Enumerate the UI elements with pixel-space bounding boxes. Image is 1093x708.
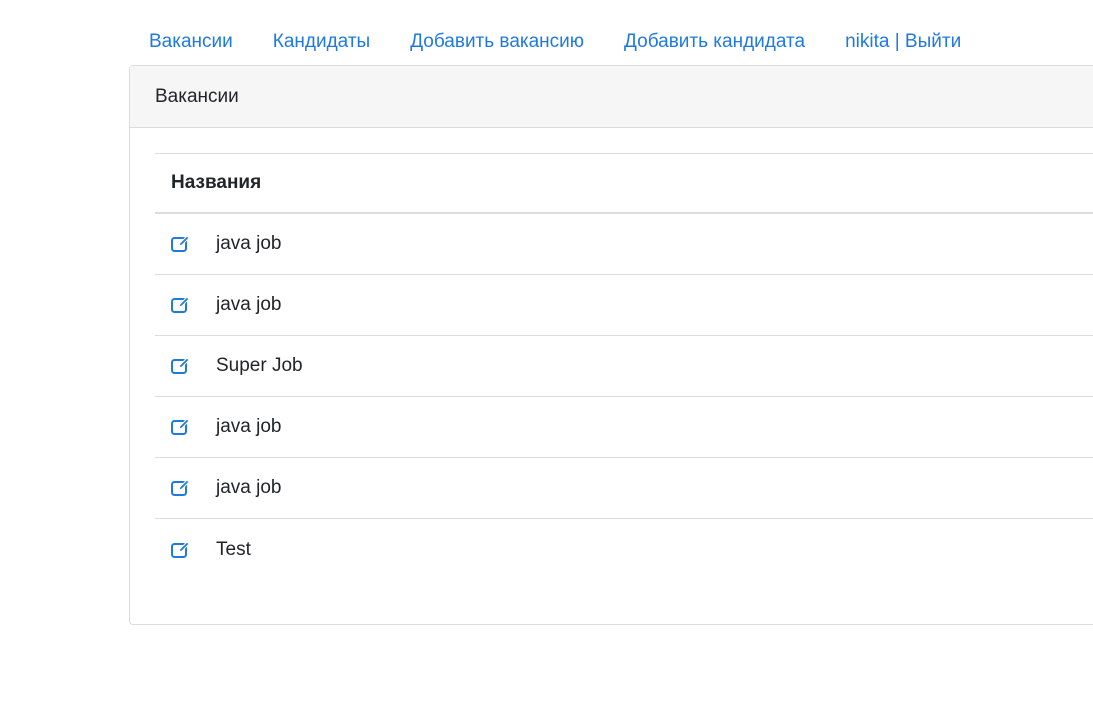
table-row: java job — [155, 214, 1093, 275]
card-header: Вакансии — [130, 66, 1093, 128]
vacancy-name: java job — [216, 416, 282, 437]
vacancy-name: Super Job — [216, 355, 303, 376]
nav-link-add-vacancy[interactable]: Добавить вакансию — [394, 22, 600, 62]
edit-icon[interactable] — [171, 234, 191, 254]
table-row: java job — [155, 397, 1093, 458]
table-row: java job — [155, 275, 1093, 336]
vacancy-name: java job — [216, 477, 282, 498]
nav-link-candidates[interactable]: Кандидаты — [257, 22, 386, 62]
nav-link-user-logout[interactable]: nikita | Выйти — [829, 22, 977, 62]
nav-link-vacancies[interactable]: Вакансии — [133, 22, 249, 62]
card-title: Вакансии — [155, 85, 239, 107]
edit-icon[interactable] — [171, 356, 191, 376]
vacancy-name: java job — [216, 233, 282, 254]
edit-icon[interactable] — [171, 478, 191, 498]
vacancy-name: Test — [216, 538, 251, 560]
nav-link-add-candidate[interactable]: Добавить кандидата — [608, 22, 821, 62]
vacancies-table: Названия java job java job Super Job jav… — [155, 153, 1093, 580]
edit-icon[interactable] — [171, 417, 191, 437]
column-header-names: Названия — [171, 172, 262, 193]
vacancies-card: Вакансии Названия java job java job Supe… — [129, 65, 1093, 625]
edit-icon[interactable] — [171, 540, 191, 560]
table-row: Super Job — [155, 336, 1093, 397]
table-header: Названия — [155, 153, 1093, 214]
edit-icon[interactable] — [171, 295, 191, 315]
vacancy-name: java job — [216, 294, 282, 315]
top-nav: Вакансии Кандидаты Добавить вакансию Доб… — [133, 22, 985, 62]
table-row: java job — [155, 458, 1093, 519]
table-row: Test — [155, 519, 1093, 580]
